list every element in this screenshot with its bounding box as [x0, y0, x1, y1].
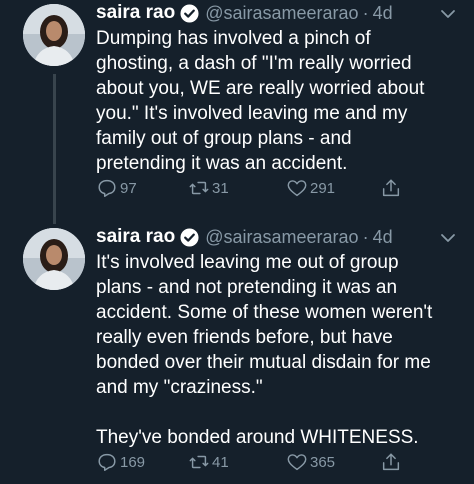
tweet-actions: 97 31 291 [96, 177, 426, 203]
avatar[interactable] [23, 4, 85, 66]
like-button[interactable]: 365 [286, 451, 335, 473]
reply-button[interactable]: 97 [96, 177, 137, 199]
separator-dot: · [362, 2, 369, 23]
tweet-text: It's involved leaving me out of group pl… [96, 252, 433, 448]
tweet-text: Dumping has involved a pinch of ghosting… [96, 28, 425, 174]
share-icon [380, 451, 402, 473]
tweet-header: saira rao @sairasameerarao · 4d [96, 2, 393, 24]
retweet-count: 31 [212, 179, 229, 197]
reply-count: 169 [120, 453, 146, 471]
retweet-count: 41 [212, 453, 229, 471]
retweet-icon [188, 451, 210, 473]
separator-dot: · [362, 226, 369, 247]
tweet-actions: 169 41 365 [96, 451, 426, 477]
heart-icon [286, 451, 308, 473]
author-handle[interactable]: @sairasameerarao [205, 227, 358, 248]
like-button[interactable]: 291 [286, 177, 335, 199]
reply-icon [96, 451, 118, 473]
avatar[interactable] [23, 228, 85, 290]
author-name[interactable]: saira rao [96, 226, 175, 248]
reply-button[interactable]: 169 [96, 451, 145, 473]
tweet-header: saira rao @sairasameerarao · 4d [96, 226, 393, 248]
author-name[interactable]: saira rao [96, 2, 175, 24]
retweet-button[interactable]: 31 [188, 177, 229, 199]
share-icon [380, 177, 402, 199]
retweet-button[interactable]: 41 [188, 451, 229, 473]
reply-icon [96, 177, 118, 199]
timestamp[interactable]: 4d [373, 3, 393, 24]
reply-count: 97 [120, 179, 137, 197]
author-handle[interactable]: @sairasameerarao [205, 3, 358, 24]
verified-badge-icon [180, 3, 199, 23]
verified-badge-icon [180, 227, 199, 247]
like-count: 291 [310, 179, 336, 197]
chevron-down-icon[interactable] [440, 230, 456, 242]
share-button[interactable] [380, 451, 402, 473]
thread-connector-line [53, 74, 56, 224]
share-button[interactable] [380, 177, 402, 199]
timestamp[interactable]: 4d [373, 227, 393, 248]
chevron-down-icon[interactable] [440, 6, 456, 18]
retweet-icon [188, 177, 210, 199]
like-count: 365 [310, 453, 336, 471]
heart-icon [286, 177, 308, 199]
